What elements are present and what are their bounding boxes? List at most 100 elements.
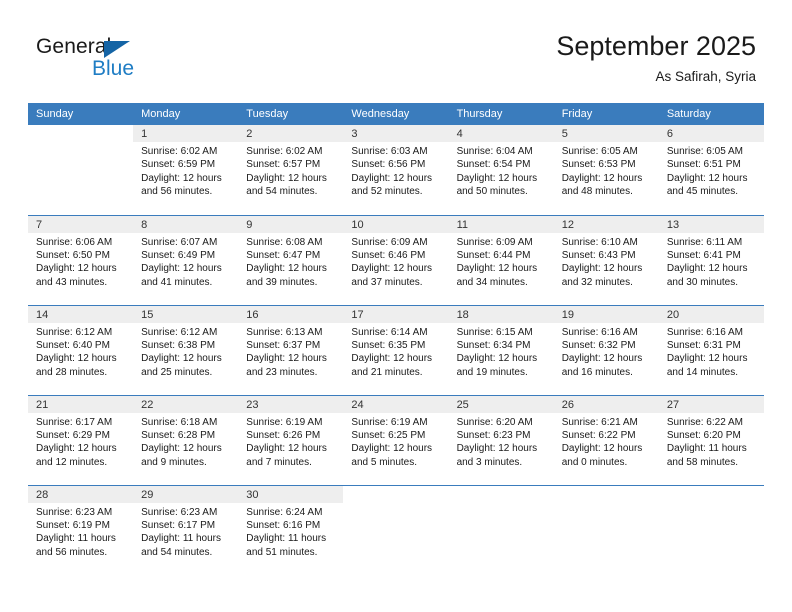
sunset-text: Sunset: 6:37 PM [246, 339, 321, 351]
daylight-text: Daylight: 12 hours and 3 minutes. [456, 443, 538, 468]
day-number: 5 [553, 125, 659, 142]
calendar-cell-inner [28, 125, 134, 215]
calendar-day-cell[interactable]: 13 Sunrise: 6:11 AM Sunset: 6:41 PM Dayligh… [658, 214, 764, 305]
title-block: September 2025 As Safirah, Syria [556, 30, 756, 85]
calendar-week-row: 21 Sunrise: 6:17 AM Sunset: 6:29 PM Dayligh… [28, 394, 764, 485]
calendar-cell-inner: 15 Sunrise: 6:12 AM Sunset: 6:38 PM Dayligh… [133, 305, 239, 395]
day-details: Sunrise: 6:14 AM Sunset: 6:35 PM Daylight:… [343, 323, 448, 380]
calendar-day-cell[interactable]: 3 Sunrise: 6:03 AM Sunset: 6:56 PM Daylight… [343, 125, 449, 215]
daylight-text: Daylight: 12 hours and 48 minutes. [561, 172, 643, 198]
sunrise-text: Sunrise: 6:12 AM [36, 326, 113, 338]
daylight-text: Daylight: 12 hours and 19 minutes. [456, 353, 538, 378]
calendar-day-cell[interactable]: 12 Sunrise: 6:10 AM Sunset: 6:43 PM Dayligh… [553, 214, 659, 305]
sunrise-text: Sunrise: 6:05 AM [666, 146, 743, 157]
day-details: Sunrise: 6:21 AM Sunset: 6:22 PM Daylight:… [554, 413, 659, 470]
calendar-cell-inner: 20 Sunrise: 6:16 AM Sunset: 6:31 PM Dayligh… [658, 305, 764, 395]
sunrise-text: Sunrise: 6:04 AM [456, 146, 533, 157]
calendar-day-cell[interactable]: 23 Sunrise: 6:19 AM Sunset: 6:26 PM Dayligh… [238, 394, 344, 485]
daylight-text: Daylight: 12 hours and 14 minutes. [666, 353, 748, 378]
logo-text-blue: Blue [92, 57, 135, 80]
sunset-text: Sunset: 6:16 PM [246, 519, 321, 531]
sunrise-text: Sunrise: 6:17 AM [36, 416, 113, 428]
calendar-day-cell[interactable]: 11 Sunrise: 6:09 AM Sunset: 6:44 PM Dayligh… [448, 214, 554, 305]
calendar-day-cell[interactable]: 29 Sunrise: 6:23 AM Sunset: 6:17 PM Dayligh… [133, 484, 239, 576]
daylight-text: Daylight: 12 hours and 37 minutes. [351, 263, 433, 288]
sunset-text: Sunset: 6:25 PM [351, 429, 426, 441]
daylight-text: Daylight: 12 hours and 54 minutes. [246, 172, 327, 198]
sunset-text: Sunset: 6:26 PM [246, 429, 321, 441]
day-number: 28 [28, 485, 134, 503]
calendar-day-cell[interactable]: 24 Sunrise: 6:19 AM Sunset: 6:25 PM Dayligh… [343, 394, 449, 485]
calendar-day-cell[interactable]: 9 Sunrise: 6:08 AM Sunset: 6:47 PM Daylight… [238, 214, 344, 305]
calendar-day-cell[interactable]: 26 Sunrise: 6:21 AM Sunset: 6:22 PM Dayligh… [553, 394, 659, 485]
day-details: Sunrise: 6:13 AM Sunset: 6:37 PM Daylight:… [238, 323, 343, 380]
calendar-day-cell[interactable]: 28 Sunrise: 6:23 AM Sunset: 6:19 PM Dayligh… [28, 484, 134, 575]
calendar-day-cell[interactable]: 20 Sunrise: 6:16 AM Sunset: 6:31 PM Dayligh… [658, 304, 764, 395]
daylight-text: Daylight: 12 hours and 23 minutes. [246, 353, 327, 378]
calendar-day-cell[interactable]: 7 Sunrise: 6:06 AM Sunset: 6:50 PM Daylight… [28, 214, 134, 305]
weekday-header-wednesday: Wednesday [343, 103, 449, 125]
calendar-cell-inner: 18 Sunrise: 6:15 AM Sunset: 6:34 PM Dayligh… [448, 305, 554, 395]
day-details: Sunrise: 6:02 AM Sunset: 6:57 PM Daylight:… [238, 142, 343, 199]
calendar-day-cell[interactable]: 21 Sunrise: 6:17 AM Sunset: 6:29 PM Dayligh… [28, 394, 134, 485]
sunrise-text: Sunrise: 6:14 AM [351, 326, 428, 338]
weekday-header-tuesday: Tuesday [238, 103, 344, 125]
sunrise-text: Sunrise: 6:23 AM [36, 506, 113, 518]
calendar-cell-inner [658, 485, 764, 576]
daylight-text: Daylight: 12 hours and 0 minutes. [561, 443, 643, 468]
sunrise-text: Sunrise: 6:19 AM [351, 416, 428, 428]
calendar-day-cell[interactable]: 2 Sunrise: 6:02 AM Sunset: 6:57 PM Daylight… [238, 125, 344, 215]
sunset-text: Sunset: 6:20 PM [666, 429, 741, 441]
weekday-header-friday: Friday [553, 103, 659, 125]
daylight-text: Daylight: 12 hours and 25 minutes. [141, 353, 222, 378]
day-number: 22 [133, 395, 239, 413]
calendar-day-cell[interactable]: 5 Sunrise: 6:05 AM Sunset: 6:53 PM Daylight… [553, 125, 659, 215]
calendar-day-cell[interactable]: 25 Sunrise: 6:20 AM Sunset: 6:23 PM Dayligh… [448, 394, 554, 485]
sunset-text: Sunset: 6:59 PM [141, 159, 216, 171]
calendar-day-cell[interactable]: 27 Sunrise: 6:22 AM Sunset: 6:20 PM Dayligh… [658, 394, 764, 485]
calendar-cell-inner: 30 Sunrise: 6:24 AM Sunset: 6:16 PM Dayligh… [238, 485, 344, 576]
calendar-cell-empty [28, 125, 134, 215]
sunset-text: Sunset: 6:35 PM [351, 339, 426, 351]
calendar-day-cell[interactable]: 14 Sunrise: 6:12 AM Sunset: 6:40 PM Dayligh… [28, 304, 134, 395]
calendar-day-cell[interactable]: 17 Sunrise: 6:14 AM Sunset: 6:35 PM Dayligh… [343, 304, 449, 395]
day-details: Sunrise: 6:22 AM Sunset: 6:20 PM Daylight:… [659, 413, 764, 470]
calendar-day-cell[interactable]: 15 Sunrise: 6:12 AM Sunset: 6:38 PM Dayligh… [133, 304, 239, 395]
daylight-text: Daylight: 12 hours and 5 minutes. [351, 443, 433, 468]
sunset-text: Sunset: 6:47 PM [246, 249, 321, 261]
sunset-text: Sunset: 6:38 PM [141, 339, 216, 351]
day-details: Sunrise: 6:18 AM Sunset: 6:28 PM Daylight:… [133, 413, 238, 470]
calendar-cell-inner: 16 Sunrise: 6:13 AM Sunset: 6:37 PM Dayligh… [238, 305, 344, 395]
sunset-text: Sunset: 6:50 PM [36, 249, 110, 261]
calendar-day-cell[interactable]: 30 Sunrise: 6:24 AM Sunset: 6:16 PM Dayligh… [238, 484, 344, 576]
calendar-page: General Blue September 2025 As Safirah, … [0, 0, 792, 612]
calendar-day-cell[interactable]: 10 Sunrise: 6:09 AM Sunset: 6:46 PM Dayligh… [343, 214, 449, 305]
calendar-day-cell[interactable]: 19 Sunrise: 6:16 AM Sunset: 6:32 PM Dayligh… [553, 304, 659, 395]
daylight-text: Daylight: 12 hours and 45 minutes. [666, 172, 748, 198]
calendar-week-row: 28 Sunrise: 6:23 AM Sunset: 6:19 PM Dayligh… [28, 484, 764, 576]
calendar-day-cell[interactable]: 18 Sunrise: 6:15 AM Sunset: 6:34 PM Dayligh… [448, 304, 554, 395]
sunrise-text: Sunrise: 6:23 AM [141, 506, 218, 518]
day-number: 12 [553, 215, 659, 233]
day-details: Sunrise: 6:02 AM Sunset: 6:59 PM Daylight:… [133, 142, 238, 199]
calendar-day-cell[interactable]: 4 Sunrise: 6:04 AM Sunset: 6:54 PM Daylight… [448, 125, 554, 215]
day-details: Sunrise: 6:23 AM Sunset: 6:19 PM Daylight:… [28, 503, 133, 560]
day-number [343, 485, 449, 503]
daylight-text: Daylight: 12 hours and 50 minutes. [456, 172, 538, 198]
general-blue-logo[interactable]: General Blue [36, 36, 296, 90]
sunset-text: Sunset: 6:51 PM [666, 159, 741, 171]
sunset-text: Sunset: 6:46 PM [351, 249, 426, 261]
calendar-day-cell[interactable]: 1 Sunrise: 6:02 AM Sunset: 6:59 PM Daylight… [133, 125, 239, 215]
calendar-cell-inner: 12 Sunrise: 6:10 AM Sunset: 6:43 PM Dayligh… [553, 215, 659, 305]
calendar-cell-inner: 24 Sunrise: 6:19 AM Sunset: 6:25 PM Dayligh… [343, 395, 449, 485]
sunrise-text: Sunrise: 6:02 AM [246, 146, 323, 157]
day-details: Sunrise: 6:12 AM Sunset: 6:38 PM Daylight:… [133, 323, 238, 380]
calendar-day-cell[interactable]: 16 Sunrise: 6:13 AM Sunset: 6:37 PM Dayligh… [238, 304, 344, 395]
calendar-day-cell[interactable]: 6 Sunrise: 6:05 AM Sunset: 6:51 PM Daylight… [658, 125, 764, 215]
calendar-day-cell[interactable]: 22 Sunrise: 6:18 AM Sunset: 6:28 PM Dayligh… [133, 394, 239, 485]
daylight-text: Daylight: 12 hours and 39 minutes. [246, 263, 327, 288]
sunrise-text: Sunrise: 6:16 AM [666, 326, 743, 338]
calendar-cell-inner: 29 Sunrise: 6:23 AM Sunset: 6:17 PM Dayligh… [133, 485, 239, 576]
calendar-day-cell[interactable]: 8 Sunrise: 6:07 AM Sunset: 6:49 PM Daylight… [133, 214, 239, 305]
day-number [658, 485, 764, 503]
